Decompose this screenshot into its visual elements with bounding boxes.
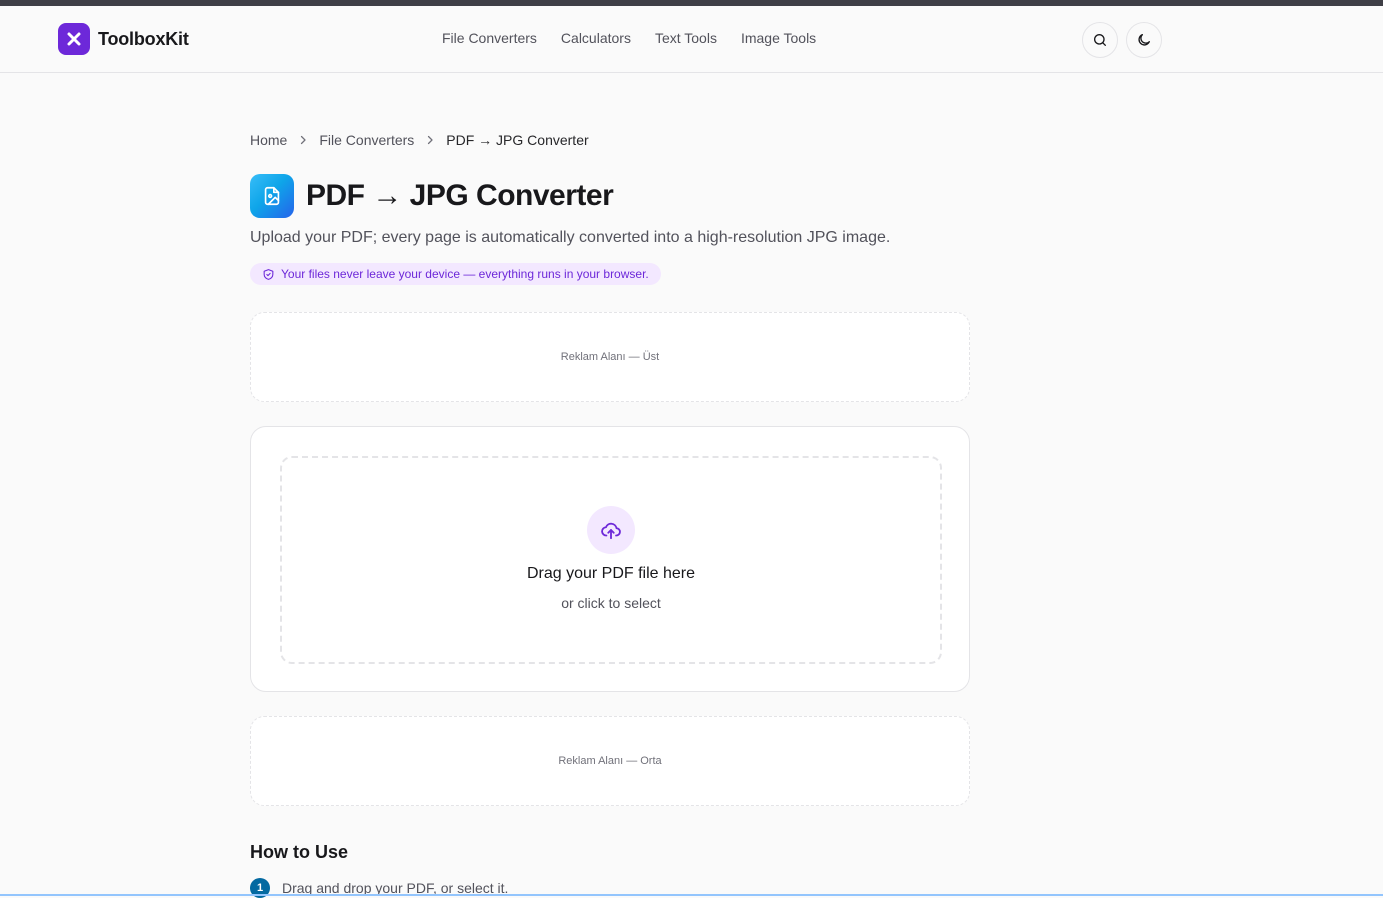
upload-card: Drag your PDF file here or click to sele… (250, 426, 970, 692)
moon-icon (1138, 34, 1150, 46)
how-to-use-heading: How to Use (250, 842, 349, 862)
nav-image-tools[interactable]: Image Tools (741, 30, 816, 46)
logo-mark-icon (58, 23, 90, 55)
breadcrumb-current: PDF → JPG Converter (446, 132, 589, 148)
privacy-text: Your files never leave your device — eve… (281, 267, 649, 281)
ad-slot-top: Reklam Alanı — Üst (250, 312, 970, 402)
breadcrumb: Home File Converters PDF → JPG Converter (250, 132, 589, 148)
chevron-right-icon (297, 134, 309, 146)
privacy-badge: Your files never leave your device — eve… (250, 263, 661, 285)
theme-toggle-button[interactable] (1126, 22, 1162, 58)
main-nav: File Converters Calculators Text Tools I… (442, 30, 816, 46)
page-header: PDF → JPG Converter (250, 174, 614, 218)
nav-file-converters[interactable]: File Converters (442, 30, 537, 46)
breadcrumb-home[interactable]: Home (250, 132, 287, 148)
file-dropzone[interactable]: Drag your PDF file here or click to sele… (280, 456, 942, 664)
page-title: PDF → JPG Converter (306, 179, 614, 212)
page-subtitle: Upload your PDF; every page is automatic… (250, 229, 891, 246)
dropzone-subtitle: or click to select (561, 595, 661, 611)
logo-text: ToolboxKit (98, 28, 189, 49)
nav-calculators[interactable]: Calculators (561, 30, 631, 46)
file-image-icon (250, 174, 294, 218)
ad-slot-top-label: Reklam Alanı — Üst (560, 351, 660, 363)
nav-text-tools[interactable]: Text Tools (655, 30, 717, 46)
breadcrumb-file-converters[interactable]: File Converters (319, 132, 414, 148)
site-header: ToolboxKit File Converters Calculators T… (0, 6, 1383, 73)
cloud-upload-icon (587, 506, 635, 554)
ad-slot-middle: Reklam Alanı — Orta (250, 716, 970, 806)
dropzone-title: Drag your PDF file here (526, 565, 696, 582)
shield-check-icon (263, 268, 274, 280)
chevron-right-icon (424, 134, 436, 146)
search-button[interactable] (1082, 22, 1118, 58)
ad-slot-middle-label: Reklam Alanı — Orta (558, 755, 662, 767)
search-icon (1094, 34, 1106, 46)
site-logo[interactable]: ToolboxKit (58, 23, 189, 55)
